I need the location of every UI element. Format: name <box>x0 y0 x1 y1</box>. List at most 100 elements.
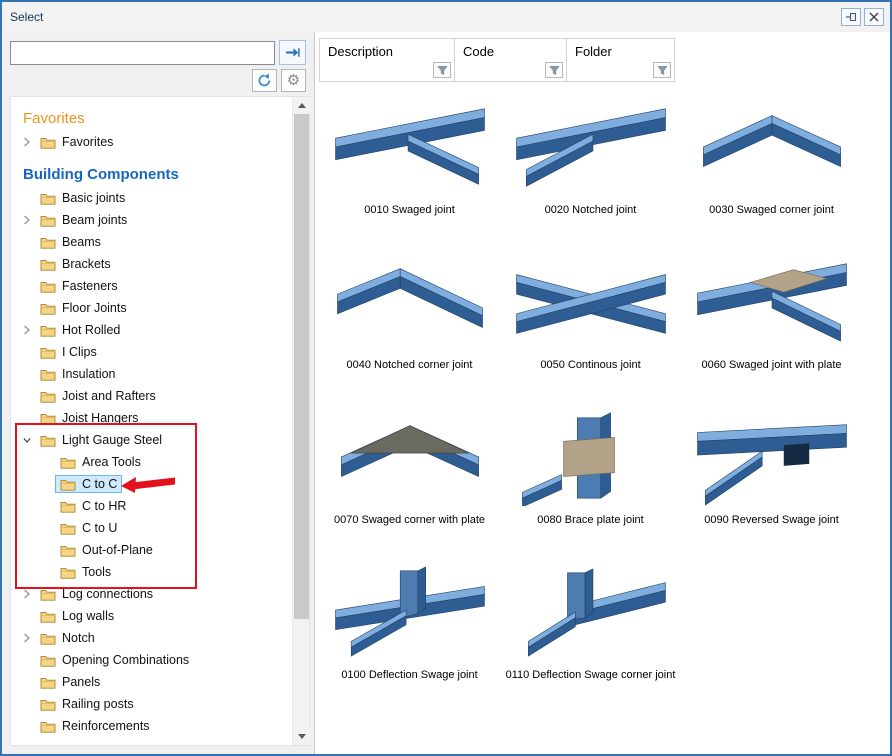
chevron-right-icon[interactable] <box>19 137 35 147</box>
close-button[interactable] <box>864 8 884 26</box>
item-box: Panels <box>35 673 105 691</box>
filter-button-code[interactable] <box>545 62 563 78</box>
tree-item-insulation[interactable]: Insulation <box>11 363 292 385</box>
tree-item-label: Log walls <box>62 609 114 623</box>
search-go-button[interactable] <box>279 40 306 65</box>
tree-item-joist-hangers[interactable]: Joist Hangers <box>11 407 292 429</box>
tree-scrollbar[interactable] <box>292 97 309 745</box>
tree-panel: FavoritesFavoritesBuilding ComponentsBas… <box>10 96 310 746</box>
tree-item-i-clips[interactable]: I Clips <box>11 341 292 363</box>
item-box: Fasteners <box>35 277 123 295</box>
refresh-button[interactable] <box>252 69 277 92</box>
tree-item-reinforcements[interactable]: Reinforcements <box>11 715 292 737</box>
tree-item-railing-posts[interactable]: Railing posts <box>11 693 292 715</box>
tree-item-out-of-plane[interactable]: Out-of-Plane <box>11 539 292 561</box>
thumbnail-corner-joint-2 <box>331 253 489 351</box>
column-header-code[interactable]: Code <box>455 38 567 82</box>
thumbnail-corner-joint <box>693 98 851 196</box>
component-item-0080[interactable]: 0080 Brace plate joint <box>500 402 681 557</box>
chevron-down-icon[interactable] <box>19 435 35 445</box>
select-dialog: Select <box>0 0 892 756</box>
tree-item-label: Log connections <box>62 587 153 601</box>
component-item-0110[interactable]: 0110 Deflection Swage corner joint <box>500 557 681 712</box>
item-box: Floor Joints <box>35 299 132 317</box>
tree-item-tools[interactable]: Tools <box>11 561 292 583</box>
tree-item-label: C to U <box>82 521 117 535</box>
scrollbar-up-button[interactable] <box>293 97 310 114</box>
component-grid: 0010 Swaged joint 0020 Notched joint 0030 … <box>319 92 888 752</box>
filter-button-description[interactable] <box>433 62 451 78</box>
scrollbar-down-button[interactable] <box>293 728 310 745</box>
tree-item-beam-joints[interactable]: Beam joints <box>11 209 292 231</box>
tree-item-floor-joints[interactable]: Floor Joints <box>11 297 292 319</box>
folder-icon <box>40 610 57 623</box>
item-box: Joist Hangers <box>35 409 143 427</box>
tree-item-panels[interactable]: Panels <box>11 671 292 693</box>
tree-item-label: Floor Joints <box>62 301 127 315</box>
tree-item-log-connections[interactable]: Log connections <box>11 583 292 605</box>
tree-item-basic-joints[interactable]: Basic joints <box>11 187 292 209</box>
item-box: Light Gauge Steel <box>35 431 167 449</box>
component-caption: 0020 Notched joint <box>545 204 637 216</box>
chevron-right-icon[interactable] <box>19 215 35 225</box>
tree-item-c-to-u[interactable]: C to U <box>11 517 292 539</box>
folder-icon <box>60 456 77 469</box>
component-caption: 0080 Brace plate joint <box>537 514 643 526</box>
component-caption: 0110 Deflection Swage corner joint <box>506 669 676 681</box>
column-header-folder[interactable]: Folder <box>567 38 675 82</box>
thumbnail-brace-plate <box>512 408 670 506</box>
chevron-right-icon[interactable] <box>19 589 35 599</box>
item-box: Hot Rolled <box>35 321 125 339</box>
go-arrow-icon <box>284 45 301 60</box>
chevron-right-icon[interactable] <box>19 325 35 335</box>
tree-item-log-walls[interactable]: Log walls <box>11 605 292 627</box>
tree-item-opening-combinations[interactable]: Opening Combinations <box>11 649 292 671</box>
folder-icon <box>40 434 57 447</box>
titlebar[interactable]: Select <box>2 2 890 32</box>
thumbnail-deflection-corner <box>512 563 670 661</box>
component-item-0030[interactable]: 0030 Swaged corner joint <box>681 92 862 247</box>
item-box: Brackets <box>35 255 116 273</box>
folder-icon <box>40 136 57 149</box>
component-item-0010[interactable]: 0010 Swaged joint <box>319 92 500 247</box>
right-pane: Description Code Folder <box>314 32 890 754</box>
component-item-0020[interactable]: 0020 Notched joint <box>500 92 681 247</box>
tree-item-label: Tools <box>82 565 111 579</box>
component-caption: 0040 Notched corner joint <box>347 359 473 371</box>
scrollbar-thumb[interactable] <box>294 114 309 619</box>
folder-icon <box>40 698 57 711</box>
chevron-right-icon[interactable] <box>19 633 35 643</box>
item-box: Favorites <box>35 133 118 151</box>
pin-button[interactable] <box>841 8 861 26</box>
component-item-0070[interactable]: 0070 Swaged corner with plate <box>319 402 500 557</box>
column-header-description[interactable]: Description <box>319 38 455 82</box>
settings-button[interactable]: ⚙ <box>281 69 306 92</box>
thumbnail-t-plate <box>693 253 851 351</box>
component-item-0100[interactable]: 0100 Deflection Swage joint <box>319 557 500 712</box>
tree-item-hot-rolled[interactable]: Hot Rolled <box>11 319 292 341</box>
tree-item-label: Area Tools <box>82 455 141 469</box>
component-item-0060[interactable]: 0060 Swaged joint with plate <box>681 247 862 402</box>
tree-item-light-gauge-steel[interactable]: Light Gauge Steel <box>11 429 292 451</box>
search-row <box>2 32 314 65</box>
tree-item-c-to-hr[interactable]: C to HR <box>11 495 292 517</box>
tree-toolbar: ⚙ <box>2 65 314 92</box>
tree-item-favorites[interactable]: Favorites <box>11 131 292 153</box>
thumbnail-reversed-swage <box>693 408 851 506</box>
component-caption: 0060 Swaged joint with plate <box>701 359 841 371</box>
tree-item-brackets[interactable]: Brackets <box>11 253 292 275</box>
tree-item-c-to-c[interactable]: C to C <box>11 473 292 495</box>
component-item-0040[interactable]: 0040 Notched corner joint <box>319 247 500 402</box>
component-item-0090[interactable]: 0090 Reversed Swage joint <box>681 402 862 557</box>
tree-item-beams[interactable]: Beams <box>11 231 292 253</box>
tree-item-joist-and-rafters[interactable]: Joist and Rafters <box>11 385 292 407</box>
search-input[interactable] <box>10 41 275 65</box>
tree-item-notch[interactable]: Notch <box>11 627 292 649</box>
item-box: Insulation <box>35 365 121 383</box>
tree-item-fasteners[interactable]: Fasteners <box>11 275 292 297</box>
item-box: I Clips <box>35 343 102 361</box>
filter-button-folder[interactable] <box>653 62 671 78</box>
tree-item-area-tools[interactable]: Area Tools <box>11 451 292 473</box>
folder-icon <box>40 258 57 271</box>
component-item-0050[interactable]: 0050 Continous joint <box>500 247 681 402</box>
